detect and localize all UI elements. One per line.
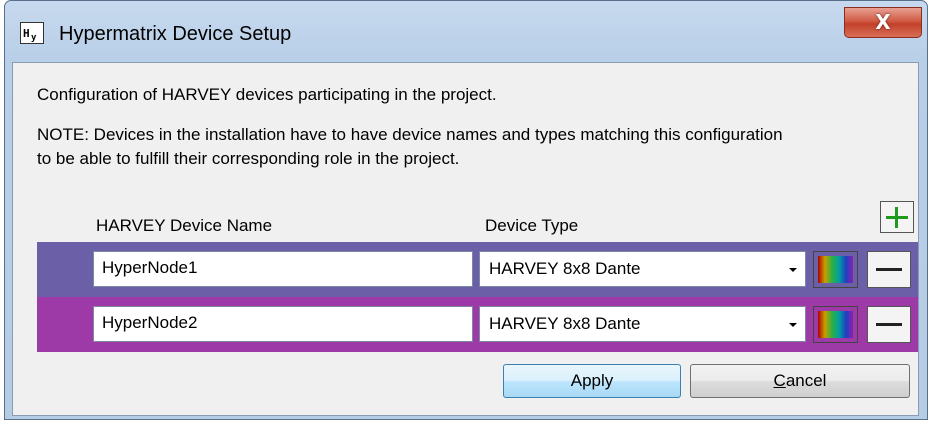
device-type-header: Device Type <box>485 216 579 235</box>
minus-icon <box>876 268 902 271</box>
close-icon: X <box>875 10 891 34</box>
add-device-button[interactable] <box>880 201 914 233</box>
color-spectrum-icon <box>818 311 853 338</box>
remove-device-button[interactable] <box>867 306 911 343</box>
note-text-line1: NOTE: Devices in the installation have t… <box>37 125 783 144</box>
chevron-down-icon[interactable] <box>789 323 797 327</box>
svg-text:H: H <box>23 27 30 40</box>
close-button[interactable]: X <box>844 7 922 38</box>
cancel-button[interactable]: Cancel <box>690 364 910 398</box>
minus-icon <box>876 323 902 326</box>
device-type-select[interactable]: HARVEY 8x8 Dante <box>479 306 806 342</box>
device-name-input[interactable]: HyperNode1 <box>93 251 473 287</box>
chevron-down-icon[interactable] <box>789 268 797 272</box>
device-row-1: HyperNode1 HARVEY 8x8 Dante <box>37 242 918 297</box>
device-type-select[interactable]: HARVEY 8x8 Dante <box>479 251 806 287</box>
device-type-value: HARVEY 8x8 Dante <box>489 259 641 278</box>
app-icon: H y <box>20 22 44 44</box>
svg-text:y: y <box>31 33 37 43</box>
device-name-input[interactable]: HyperNode2 <box>93 306 473 342</box>
device-type-value: HARVEY 8x8 Dante <box>489 314 641 333</box>
device-row-2: HyperNode2 HARVEY 8x8 Dante <box>37 297 918 352</box>
cancel-button-label: Cancel <box>773 371 827 390</box>
window-title: Hypermatrix Device Setup <box>59 23 292 45</box>
color-spectrum-icon <box>818 256 853 283</box>
dialog-content: Configuration of HARVEY devices particip… <box>12 62 919 416</box>
device-name-header: HARVEY Device Name <box>96 216 273 235</box>
note-text-line2: to be able to fulfill their correspondin… <box>37 149 460 168</box>
intro-text: Configuration of HARVEY devices particip… <box>37 85 497 104</box>
title-bar: H y Hypermatrix Device Setup X <box>5 1 927 45</box>
apply-button[interactable]: Apply <box>503 364 681 398</box>
row-color-button[interactable] <box>813 251 858 288</box>
row-color-button[interactable] <box>813 306 858 343</box>
remove-device-button[interactable] <box>867 251 911 288</box>
hypermatrix-logo-icon: H y <box>21 23 43 43</box>
